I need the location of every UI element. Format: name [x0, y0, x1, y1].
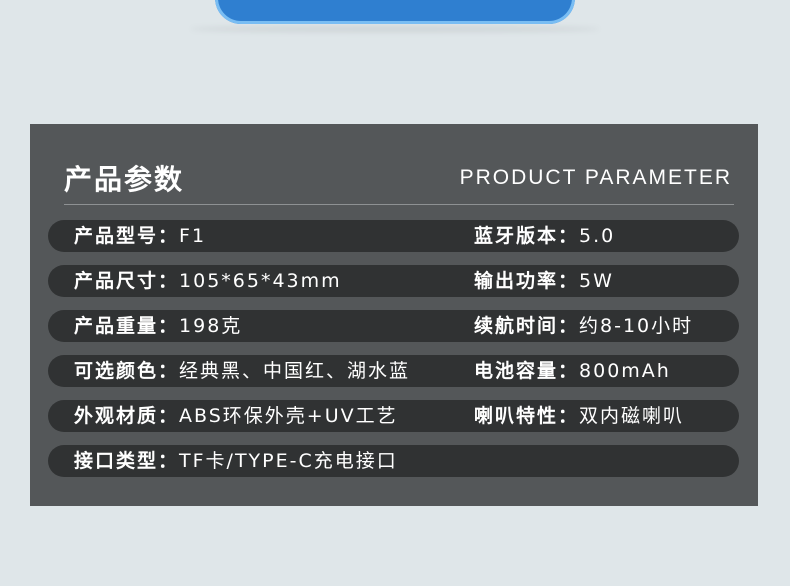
product-shadow — [190, 26, 600, 32]
spec-value: 5.0 — [579, 225, 616, 247]
spec-label: 喇叭特性： — [474, 405, 580, 427]
spec-value: 经典黑、中国红、湖水蓝 — [179, 360, 411, 382]
spec-value: 105*65*43mm — [179, 270, 342, 292]
spec-value: ABS环保外壳+UV工艺 — [179, 405, 398, 427]
spec-value: 约8-10小时 — [579, 315, 694, 337]
spec-label: 产品尺寸： — [74, 270, 180, 292]
speaker-product-image — [215, 0, 575, 24]
spec-row: 外观材质：ABS环保外壳+UV工艺 喇叭特性：双内磁喇叭 — [48, 400, 739, 432]
spec-value: 5W — [579, 270, 614, 292]
spec-speaker-feature: 喇叭特性：双内磁喇叭 — [474, 400, 684, 432]
spec-size: 产品尺寸：105*65*43mm — [74, 265, 342, 297]
spec-colors: 可选颜色：经典黑、中国红、湖水蓝 — [74, 355, 410, 387]
section-title-en: PRODUCT PARAMETER — [459, 166, 732, 189]
spec-output-power: 输出功率：5W — [474, 265, 614, 297]
spec-value: 800mAh — [579, 360, 671, 382]
spec-label: 外观材质： — [74, 405, 180, 427]
spec-row: 产品型号：F1 蓝牙版本：5.0 — [48, 220, 739, 252]
spec-row: 接口类型：TF卡/TYPE-C充电接口 — [48, 445, 739, 477]
spec-label: 产品型号： — [74, 225, 180, 247]
spec-model: 产品型号：F1 — [74, 220, 206, 252]
spec-interface: 接口类型：TF卡/TYPE-C充电接口 — [74, 445, 398, 477]
spec-material: 外观材质：ABS环保外壳+UV工艺 — [74, 400, 398, 432]
spec-label: 输出功率： — [474, 270, 580, 292]
parameter-panel: 产品参数 PRODUCT PARAMETER 产品型号：F1 蓝牙版本：5.0 … — [30, 124, 758, 506]
spec-value: 双内磁喇叭 — [579, 405, 685, 427]
spec-battery-capacity: 电池容量：800mAh — [474, 355, 671, 387]
spec-row: 可选颜色：经典黑、中国红、湖水蓝 电池容量：800mAh — [48, 355, 739, 387]
spec-label: 接口类型： — [74, 450, 180, 472]
spec-label: 续航时间： — [474, 315, 580, 337]
spec-label: 蓝牙版本： — [474, 225, 580, 247]
spec-weight: 产品重量：198克 — [74, 310, 242, 342]
spec-label: 可选颜色： — [74, 360, 180, 382]
section-title-cn: 产品参数 — [64, 163, 185, 196]
spec-value: TF卡/TYPE-C充电接口 — [179, 450, 398, 472]
spec-value: F1 — [179, 225, 207, 247]
spec-value: 198克 — [179, 315, 243, 337]
spec-label: 电池容量： — [474, 360, 580, 382]
spec-row: 产品尺寸：105*65*43mm 输出功率：5W — [48, 265, 739, 297]
spec-row: 产品重量：198克 续航时间：约8-10小时 — [48, 310, 739, 342]
spec-bluetooth-version: 蓝牙版本：5.0 — [474, 220, 615, 252]
spec-battery-life: 续航时间：约8-10小时 — [474, 310, 693, 342]
spec-label: 产品重量： — [74, 315, 180, 337]
divider — [64, 204, 734, 205]
